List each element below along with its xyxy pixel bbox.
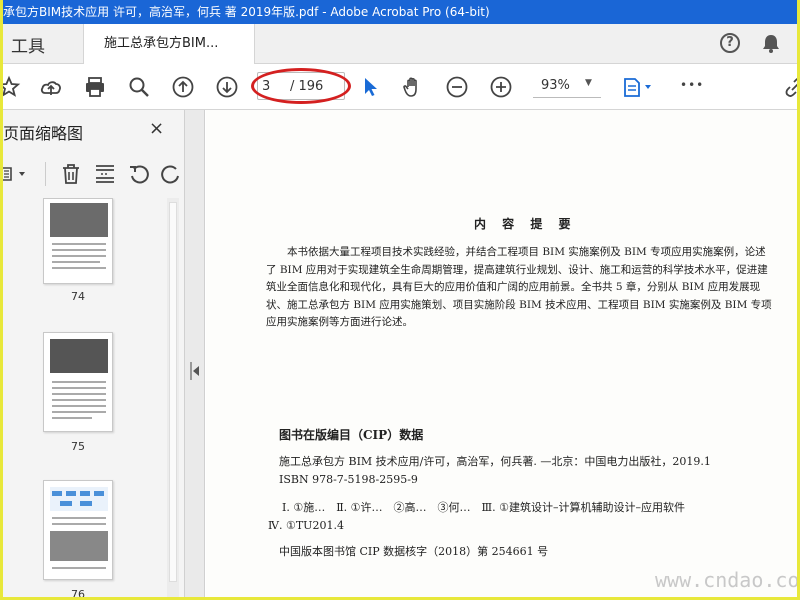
thumbnail-label: 75: [71, 440, 85, 453]
page-fit-icon[interactable]: [621, 75, 655, 99]
splitter-handle[interactable]: [190, 362, 192, 380]
zoom-in-icon[interactable]: [489, 75, 513, 99]
chevron-down-icon: ▼: [585, 78, 592, 88]
tab-document-label: 施工总承包方BIM...: [104, 36, 219, 51]
zoom-out-icon[interactable]: [445, 75, 469, 99]
highlight-annotation: [251, 68, 351, 104]
scrollbar-thumb[interactable]: [169, 202, 177, 582]
thumbnail-diagram: [50, 487, 108, 511]
page-thumbnail[interactable]: [43, 480, 113, 580]
link-icon[interactable]: [783, 75, 797, 99]
thumbnail-image: [50, 203, 108, 237]
cip-line: 施工总承包方 BIM 技术应用/许可，高治军，何兵著. —北京：中国电力出版社，…: [279, 455, 711, 468]
main-toolbar: / 196 93% ▼ •••: [3, 64, 797, 110]
collapse-arrow-icon[interactable]: [193, 366, 199, 376]
thumbnail-panel: 页面缩略图 × 74 75 76: [3, 110, 185, 597]
tab-bar: 工具 施工总承包方BIM... ?: [3, 24, 797, 64]
thumbnail-label: 74: [71, 290, 85, 303]
page-thumbnail[interactable]: [43, 198, 113, 284]
cip-heading: 图书在版编目（CIP）数据: [279, 428, 424, 442]
extract-pages-icon[interactable]: [93, 162, 117, 186]
rotate-right-icon[interactable]: [159, 162, 183, 186]
star-icon[interactable]: [3, 75, 21, 99]
cip-line: Ⅰ. ①施… Ⅱ. ①许… ②高… ③何… Ⅲ. ①建筑设计–计算机辅助设计–应…: [282, 501, 685, 514]
panel-title: 页面缩略图: [3, 124, 84, 143]
page-down-icon[interactable]: [215, 75, 239, 99]
close-icon[interactable]: ×: [149, 118, 164, 139]
panel-toolbar: [3, 156, 185, 192]
zoom-dropdown[interactable]: 93% ▼: [533, 74, 601, 98]
trash-icon[interactable]: [59, 162, 83, 186]
cloud-upload-icon[interactable]: [39, 75, 63, 99]
more-tools-icon[interactable]: •••: [680, 78, 704, 92]
cip-line: Ⅳ. ①TU201.4: [268, 519, 344, 532]
thumbnail-list: 74 75 76: [3, 198, 185, 597]
watermark: www.cndao.com: [655, 568, 797, 592]
tab-document[interactable]: 施工总承包方BIM...: [83, 24, 255, 64]
select-cursor-icon[interactable]: [358, 75, 382, 99]
thumbnail-image: [50, 339, 108, 373]
print-icon[interactable]: [83, 75, 107, 99]
hand-tool-icon[interactable]: [401, 75, 425, 99]
thumbnail-image: [50, 531, 108, 561]
page-thumbnail[interactable]: [43, 332, 113, 432]
thumbnail-label: 76: [71, 588, 85, 597]
page-up-icon[interactable]: [171, 75, 195, 99]
title-bar: 承包方BIM技术应用 许可，高治军，何兵 著 2019年版.pdf - Adob…: [3, 0, 797, 24]
summary-heading: 内 容 提 要: [474, 217, 577, 231]
summary-paragraph: 本书依据大量工程项目技术实践经验，并结合工程项目 BIM 实施案例及 BIM 专…: [266, 246, 772, 328]
rotate-left-icon[interactable]: [127, 162, 151, 186]
tab-tools[interactable]: 工具: [11, 32, 45, 57]
cip-line: ISBN 978-7-5198-2595-9: [279, 473, 418, 486]
separator: [45, 162, 46, 186]
zoom-value: 93%: [541, 78, 570, 93]
panel-splitter[interactable]: [185, 110, 205, 597]
options-menu-icon[interactable]: [3, 162, 33, 186]
bell-icon[interactable]: [760, 32, 782, 54]
cip-line: 中国版本图书馆 CIP 数据核字（2018）第 254661 号: [279, 545, 549, 558]
search-icon[interactable]: [127, 75, 151, 99]
document-view[interactable]: 内 容 提 要 本书依据大量工程项目技术实践经验，并结合工程项目 BIM 实施案…: [206, 110, 797, 597]
window-title: 承包方BIM技术应用 许可，高治军，何兵 著 2019年版.pdf - Adob…: [3, 5, 490, 19]
acrobat-window: 承包方BIM技术应用 许可，高治军，何兵 著 2019年版.pdf - Adob…: [3, 0, 797, 597]
help-icon[interactable]: ?: [720, 33, 740, 53]
